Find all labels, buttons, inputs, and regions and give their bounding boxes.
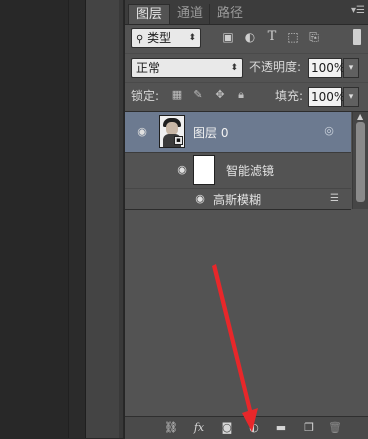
- shape-filter-icon[interactable]: ⬚: [286, 30, 300, 44]
- filter-kind-label: 类型: [147, 31, 172, 45]
- layers-footer-toolbar: ⛓︎ fx ◙ ◐ ▬ ❐ 🗑︎: [125, 416, 368, 439]
- opacity-dropdown-button[interactable]: ▾: [343, 58, 359, 78]
- layer-row-smart-filters[interactable]: ◉ 智能滤镜: [125, 152, 351, 189]
- link-layers-icon[interactable]: ⛓︎: [163, 421, 179, 435]
- smart-object-filter-icon[interactable]: ⎘: [307, 30, 321, 44]
- delete-layer-icon[interactable]: 🗑︎: [327, 421, 343, 435]
- smart-filter-indicator-icon[interactable]: ◎: [323, 125, 335, 137]
- tab-layers[interactable]: 图层: [128, 4, 171, 24]
- layers-scrollbar[interactable]: ▲: [352, 112, 368, 209]
- lock-position-icon[interactable]: ✥: [213, 88, 227, 102]
- blend-mode-dropdown[interactable]: 正常 ⬍: [131, 58, 243, 78]
- lock-label: 锁定:: [131, 89, 160, 103]
- tab-paths[interactable]: 路径: [209, 4, 250, 24]
- panel-dock-column: [85, 0, 123, 438]
- filter-blending-options-icon[interactable]: ☰: [330, 193, 344, 205]
- add-mask-icon[interactable]: ◙: [219, 421, 235, 435]
- visibility-eye-icon[interactable]: ◉: [135, 126, 149, 137]
- layer-row-gaussian-blur[interactable]: ◉ 高斯模糊 ☰: [125, 189, 351, 210]
- scroll-up-arrow-icon[interactable]: ▲: [357, 112, 363, 121]
- panel-menu-icon[interactable]: ▾☰: [351, 5, 365, 17]
- lock-row: 锁定: ▦ ✎ ✥ 🔒︎ 填充: 100% ▾: [125, 82, 368, 111]
- canvas-edge: [68, 0, 86, 438]
- visibility-eye-icon[interactable]: ◉: [193, 193, 207, 204]
- new-layer-icon[interactable]: ❐: [301, 421, 317, 435]
- new-adjustment-layer-icon[interactable]: ◐: [246, 421, 262, 435]
- fill-dropdown-button[interactable]: ▾: [343, 87, 359, 107]
- type-filter-icon[interactable]: T: [265, 30, 279, 44]
- image-filter-icon[interactable]: ▣: [221, 30, 235, 44]
- tab-channels[interactable]: 通道: [169, 4, 210, 24]
- lock-transparent-pixels-icon[interactable]: ▦: [170, 88, 184, 102]
- fill-label: 填充:: [275, 89, 304, 103]
- panel-tabbar: 图层 通道 路径 ▾☰: [125, 0, 368, 25]
- new-group-icon[interactable]: ▬: [273, 421, 289, 435]
- visibility-eye-icon[interactable]: ◉: [175, 164, 189, 175]
- smart-object-badge-icon: ▪: [174, 136, 183, 145]
- fx-icon[interactable]: fx: [191, 421, 207, 435]
- opacity-input[interactable]: 100%: [308, 58, 345, 78]
- layers-panel: 图层 通道 路径 ▾☰ ⚲ 类型 ⬍ ▣ ◐ T ⬚ ⎘ 正常 ⬍ 不透明度: …: [124, 0, 368, 439]
- smart-filters-label: 智能滤镜: [226, 164, 275, 178]
- layer-name[interactable]: 图层 0: [193, 124, 228, 141]
- lock-image-pixels-icon[interactable]: ✎: [191, 88, 205, 102]
- filter-row: ⚲ 类型 ⬍ ▣ ◐ T ⬚ ⎘: [125, 24, 368, 52]
- chevron-updown-icon: ⬍: [230, 63, 238, 73]
- adjustment-filter-icon[interactable]: ◐: [243, 30, 257, 44]
- filter-kind-dropdown[interactable]: ⚲ 类型 ⬍: [131, 28, 201, 48]
- opacity-label: 不透明度:: [249, 60, 302, 74]
- fill-input[interactable]: 100%: [308, 87, 345, 107]
- layer-row-layer0[interactable]: ◉ ▪ 图层 0 ◎: [125, 112, 351, 153]
- chevron-updown-icon: ⬍: [188, 33, 196, 43]
- filter-name: 高斯模糊: [213, 193, 262, 207]
- lock-all-icon[interactable]: 🔒︎: [234, 88, 248, 102]
- blend-row: 正常 ⬍ 不透明度: 100% ▾: [125, 53, 368, 82]
- blend-mode-value: 正常: [136, 61, 161, 75]
- filter-toggle-switch[interactable]: [353, 29, 361, 45]
- scrollbar-thumb[interactable]: [356, 122, 365, 202]
- panel-dock-divider[interactable]: [119, 0, 123, 438]
- layers-list: ◉ ▪ 图层 0 ◎ ◉ 智能滤镜 ◉ 高斯模糊 ☰ ▲: [125, 111, 368, 417]
- search-icon: ⚲: [136, 34, 144, 45]
- smart-filter-mask-thumbnail[interactable]: [193, 155, 215, 185]
